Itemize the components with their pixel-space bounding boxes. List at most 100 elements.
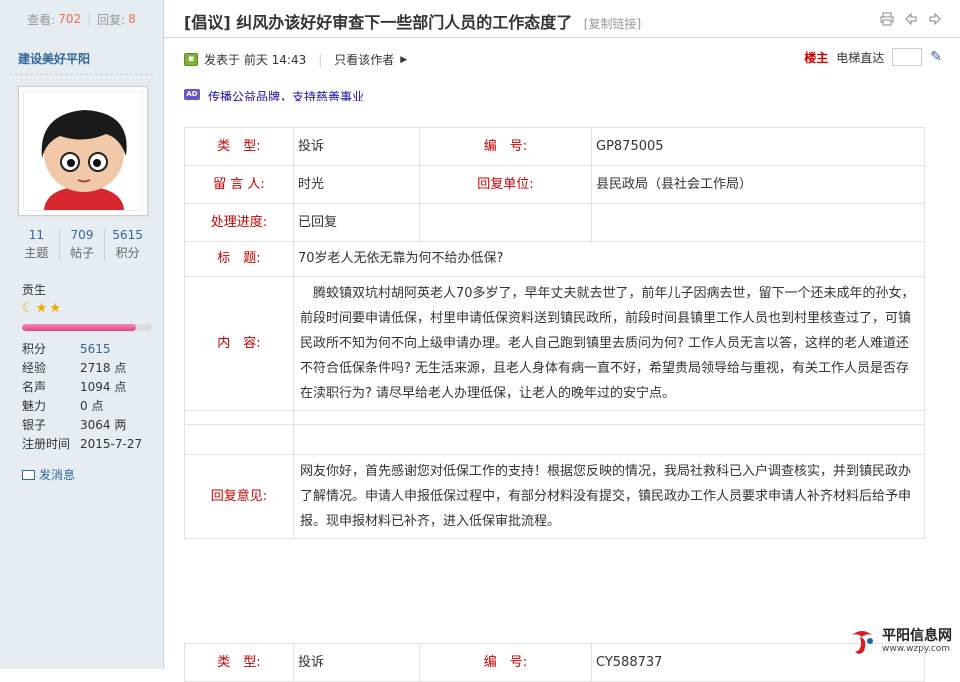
star-icon: ★ [35,301,48,316]
thread-title-text: [倡议] 纠风办该好好审查下一些部门人员的工作态度了 [184,13,573,32]
send-message-button[interactable]: 发消息 [22,466,75,483]
jump-floor-input[interactable] [892,48,923,66]
empty-cell [293,410,925,425]
info-row: 名声 1094 点 [22,378,162,397]
count-label: 积分 [115,246,140,260]
prev-thread-icon[interactable] [904,12,918,26]
next-thread-icon[interactable] [928,12,942,26]
unit-value: 县民政局（县社会工作局） [591,165,925,204]
envelope-icon [22,469,35,480]
watermark-url: www.wzpy.com [882,643,951,654]
avatar-image [23,91,143,211]
only-author-link[interactable]: 只看该作者 [334,51,394,68]
info-key: 银子 [22,418,47,432]
count-points[interactable]: 5615 积分 [105,228,150,261]
go-jump-icon[interactable]: ✎ [930,49,942,65]
copy-link-button[interactable]: [复制链接] [584,17,641,31]
title-label: 标 题: [184,241,294,277]
info-value: 2718 点 [80,361,127,375]
table-row [184,410,925,425]
star-icon: ★ [49,301,61,316]
id-label: 编 号: [419,127,592,166]
info-key: 注册时间 [22,437,71,451]
triangle-right-icon: ▶ [400,54,408,65]
info-points-link[interactable]: 5615 [80,340,111,359]
author-name-link[interactable]: 建设美好平阳 [18,50,90,67]
avatar[interactable] [18,86,148,216]
table-row: 类 型: 投诉 编 号: GP875005 [184,127,925,166]
ad-banner[interactable]: AD 传播公益品牌，支持慈善事业 [184,88,364,101]
reply-value: 网友你好，首先感谢您对低保工作的支持！根据您反映的情况，我局社救科已入户调查核实… [293,454,925,539]
table-row: 内 容: 腾蛟镇双坑村胡阿英老人70多岁了，早年丈夫就去世了，前年儿子因病去世，… [184,276,925,411]
rank-progress-fill [22,324,137,331]
complaint-record-table: 类 型: 投诉 编 号: GP875005 留 言 人: 时光 回复单位: 县民… [184,127,925,539]
info-row: 银子 3064 两 [22,416,162,435]
stats-separator: | [87,12,92,26]
table-row [184,424,925,455]
post-meta: ▪ 发表于 前天 14:43 | 只看该作者 ▶ [184,51,407,68]
floor-tools: 楼主 电梯直达 ✎ [804,48,942,66]
type-label: 类 型: [184,643,294,682]
title-value: 70岁老人无依无靠为何不给办低保? [293,241,925,277]
avatar-cartoon-icon [24,92,142,210]
empty-cell [419,203,592,242]
count-value: 5615 [112,228,143,242]
progress-value: 已回复 [293,203,420,242]
post-time: 发表于 前天 14:43 [204,53,307,67]
rank-stars: ☾ ★ ★ [22,301,61,316]
views-count: 702 [58,12,82,26]
views-label: 查看: [27,12,56,27]
count-posts[interactable]: 709 帖子 [60,228,106,261]
print-icon[interactable] [880,12,894,26]
info-value: 1094 点 [80,380,127,394]
watermark-text: 平阳信息网 www.wzpy.com [882,628,952,654]
type-value: 投诉 [293,643,420,682]
info-value: 0 点 [80,399,104,413]
reply-label: 回复意见: [184,454,294,539]
rank-progress-bar [22,324,152,331]
table-row: 处理进度: 已回复 [184,203,925,242]
site-logo-icon [852,631,873,654]
empty-cell [293,424,925,455]
empty-cell [184,424,294,455]
info-row: 积分 5615 [22,340,162,359]
from-value: 时光 [293,165,420,204]
site-watermark: 平阳信息网 www.wzpy.com [846,625,952,657]
id-value: GP875005 [591,127,925,166]
info-row: 注册时间 2015-7-27 [22,435,162,454]
thread-header: 查看: 702 | 回复: 8 [倡议] 纠风办该好好审查下一些部门人员的工作态… [0,0,960,38]
meta-separator: | [318,52,323,67]
info-value: 2015-7-27 [80,437,143,451]
thread-title: [倡议] 纠风办该好好审查下一些部门人员的工作态度了 [复制链接] [184,9,641,33]
info-value: 3064 两 [80,418,127,432]
sidebar-divider [10,74,153,75]
thread-stats: 查看: 702 | 回复: 8 [0,0,164,38]
count-topics[interactable]: 11 主题 [14,228,60,261]
table-row: 标 题: 70岁老人无依无靠为何不给办低保? [184,241,925,277]
count-value: 709 [70,228,94,242]
ad-link[interactable]: 传播公益品牌，支持慈善事业 [208,88,364,101]
empty-cell [184,410,294,425]
info-key: 魅力 [22,399,47,413]
count-label: 主题 [24,246,49,260]
empty-cell [591,203,925,242]
author-counts: 11 主题 709 帖子 5615 积分 [14,228,150,261]
thread-tools [880,12,942,26]
info-key: 经验 [22,361,47,375]
info-row: 经验 2718 点 [22,359,162,378]
progress-label: 处理进度: [184,203,294,242]
replies-count: 8 [128,12,136,26]
info-key: 名声 [22,380,47,394]
count-value: 11 [28,228,44,242]
moon-icon: ☾ [22,301,34,316]
type-value: 投诉 [293,127,420,166]
content-value: 腾蛟镇双坑村胡阿英老人70多岁了，早年丈夫就去世了，前年儿子因病去世，留下一个还… [293,276,925,411]
count-label: 帖子 [70,246,95,260]
table-row: 留 言 人: 时光 回复单位: 县民政局（县社会工作局） [184,165,925,204]
send-message-label: 发消息 [39,468,76,482]
jump-label: 电梯直达 [836,50,885,65]
complaint-record-table-2: 类 型: 投诉 编 号: CY588737 [184,643,925,682]
type-label: 类 型: [184,127,294,166]
replies-label: 回复: [97,12,126,27]
table-row: 类 型: 投诉 编 号: CY588737 [184,643,925,682]
